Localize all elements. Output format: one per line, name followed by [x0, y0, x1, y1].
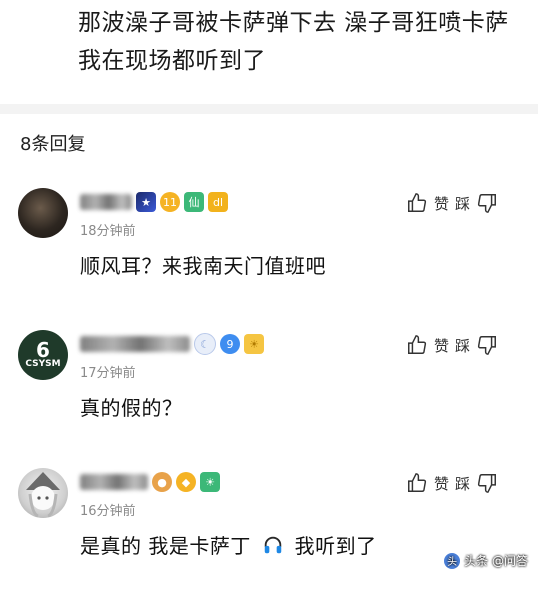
avatar[interactable] — [18, 468, 68, 518]
comment-time: 18分钟前 — [80, 224, 136, 239]
dl-badge: dl — [208, 192, 228, 212]
comment-time: 16分钟前 — [80, 504, 136, 519]
like-label[interactable]: 赞 — [434, 193, 449, 214]
doge-icon: ● — [152, 472, 172, 492]
comment-time: 17分钟前 — [80, 366, 136, 381]
vip-diamond-icon: 11 — [160, 192, 180, 212]
comment-item: ★ 11 仙 dl 18分钟前 顺风耳？来我南天门值班吧 赞 踩 — [0, 178, 538, 313]
comment-text-part: 是真的 我是卡萨丁 — [80, 534, 251, 558]
comment-item: 6 CSYSM ☾ 9 ☀ 17分钟前 真的假的？ 赞 踩 — [0, 320, 538, 455]
username-blurred[interactable] — [80, 336, 190, 352]
dislike-label[interactable]: 踩 — [455, 193, 470, 214]
comment-text: 真的假的？ — [80, 396, 183, 420]
like-label[interactable]: 赞 — [434, 473, 449, 494]
moon-badge-icon: ☾ — [194, 333, 216, 355]
vip-diamond-icon: ◆ — [176, 472, 196, 492]
username-row[interactable]: ☾ 9 ☀ — [80, 332, 264, 356]
dislike-thumb-icon[interactable] — [476, 334, 498, 356]
username-blurred[interactable] — [80, 194, 132, 210]
comment-text: 是真的 我是卡萨丁 我听到了 — [80, 530, 377, 561]
sun-medal-icon: ☀ — [200, 472, 220, 492]
post-content: 那波澡子哥被卡萨弹下去 澡子哥狂喷卡萨 我在现场都听到了 — [78, 10, 509, 74]
night-badge-icon: ★ — [136, 192, 156, 212]
avatar-logo-sub: CSYSM — [25, 359, 61, 369]
section-divider — [0, 104, 538, 114]
vote-actions: 赞 踩 — [406, 472, 498, 494]
like-label[interactable]: 赞 — [434, 335, 449, 356]
dislike-thumb-icon[interactable] — [476, 192, 498, 214]
username-blurred[interactable] — [80, 474, 148, 490]
vip-diamond-icon: 9 — [220, 334, 240, 354]
username-row[interactable]: ● ◆ ☀ — [80, 470, 220, 494]
toutiao-logo-icon: 头 — [444, 552, 461, 569]
anime-girl-icon — [26, 472, 60, 518]
avatar-logo-text: 6 — [36, 338, 50, 362]
headphones-icon — [262, 534, 284, 561]
sun-medal-icon: ☀ — [244, 334, 264, 354]
watermark: 头 头条 @问答 — [444, 552, 528, 569]
like-thumb-icon[interactable] — [406, 192, 428, 214]
dislike-label[interactable]: 踩 — [455, 473, 470, 494]
dislike-label[interactable]: 踩 — [455, 335, 470, 356]
vote-actions: 赞 踩 — [406, 192, 498, 214]
avatar[interactable]: 6 CSYSM — [18, 330, 68, 380]
username-row[interactable]: ★ 11 仙 dl — [80, 190, 228, 214]
comment-text: 顺风耳？来我南天门值班吧 — [80, 254, 326, 278]
comment-item: ● ◆ ☀ 16分钟前 是真的 我是卡萨丁 我听到了 赞 踩 — [0, 458, 538, 593]
vote-actions: 赞 踩 — [406, 334, 498, 356]
watermark-text: 头条 @问答 — [464, 554, 528, 568]
comment-text-part: 我听到了 — [294, 534, 377, 558]
avatar[interactable] — [18, 188, 68, 238]
dislike-thumb-icon[interactable] — [476, 472, 498, 494]
like-thumb-icon[interactable] — [406, 334, 428, 356]
xian-badge: 仙 — [184, 192, 204, 212]
reply-count: 8条回复 — [20, 134, 86, 155]
like-thumb-icon[interactable] — [406, 472, 428, 494]
